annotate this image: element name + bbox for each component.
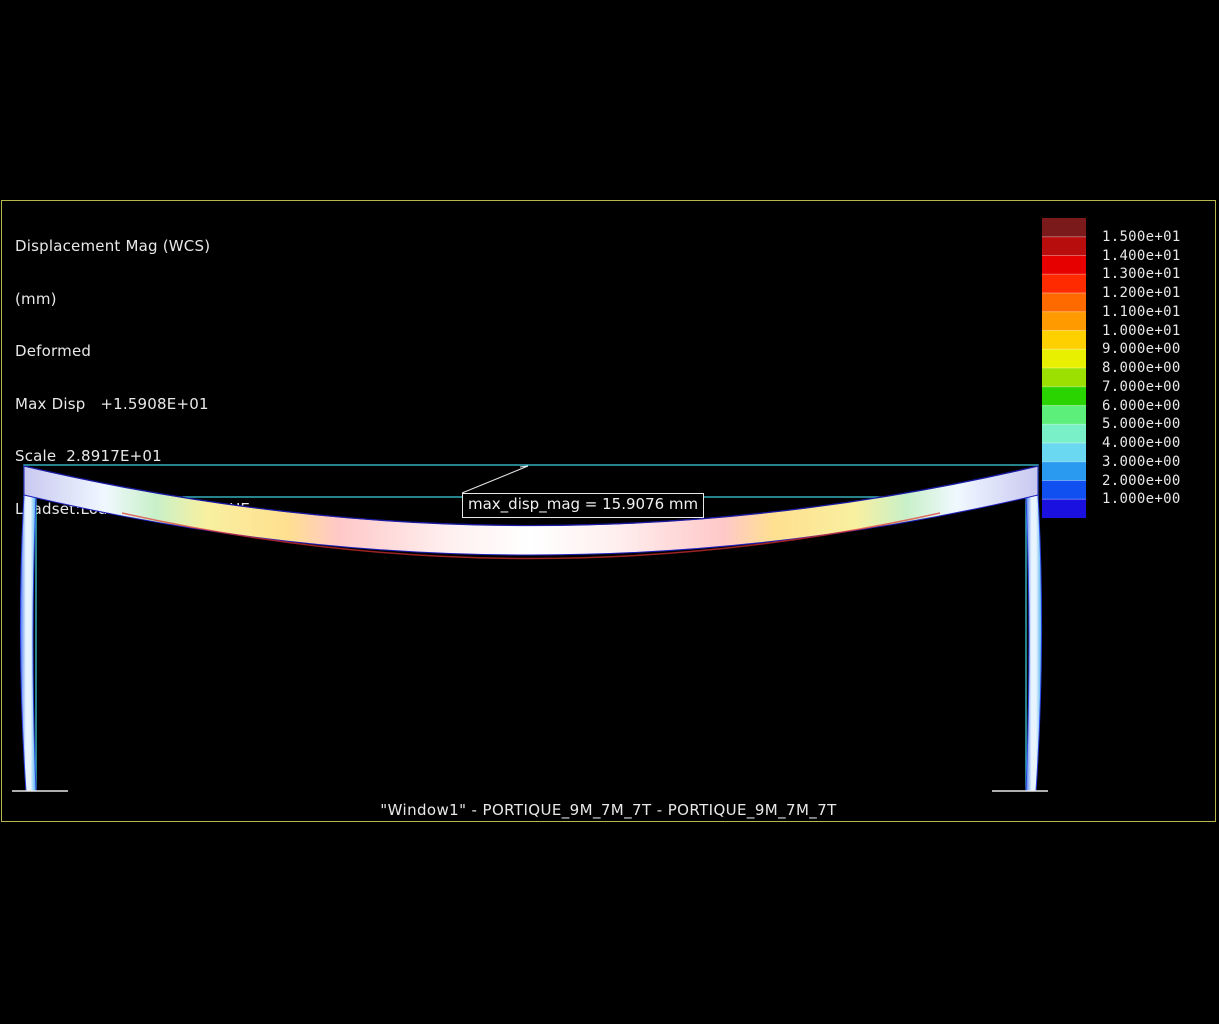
legend-color-band (1042, 499, 1086, 518)
max-disp-annotation[interactable]: max_disp_mag = 15.9076 mm (462, 493, 705, 518)
legend-color-band (1042, 255, 1086, 275)
legend-color-bar (1042, 218, 1086, 518)
color-legend: 1.500e+01 1.400e+01 1.300e+01 1.200e+01 1.10… (1042, 218, 1214, 518)
legend-value-label: 1.300e+01 (1102, 266, 1181, 283)
legend-color-band (1042, 424, 1086, 444)
legend-color-band (1042, 480, 1086, 500)
legend-value-label: 1.500e+01 (1102, 228, 1181, 245)
legend-value-label: 1.400e+01 (1102, 247, 1181, 264)
legend-value-label: 1.200e+01 (1102, 285, 1181, 301)
legend-color-band (1042, 461, 1086, 481)
legend-value-label: 2.000e+00 (1102, 472, 1181, 489)
annotation-leader (461, 465, 529, 494)
legend-value-label: 7.000e+00 (1102, 378, 1181, 395)
deformed-right-column (1025, 494, 1043, 792)
legend-value-label: 4.000e+00 (1102, 435, 1181, 451)
deformed-left-column (19, 494, 37, 792)
legend-color-band (1042, 349, 1086, 369)
legend-color-band (1042, 236, 1086, 256)
legend-value-label: 6.000e+00 (1102, 397, 1181, 414)
legend-value-label: 3.000e+00 (1102, 453, 1181, 470)
legend-color-band (1042, 311, 1086, 331)
legend-color-band (1042, 405, 1086, 425)
legend-color-band (1042, 274, 1086, 294)
legend-color-band (1042, 293, 1086, 313)
legend-color-band (1042, 386, 1086, 406)
legend-value-label: 1.000e+01 (1102, 322, 1181, 339)
legend-value-label: 9.000e+00 (1102, 341, 1181, 358)
legend-color-band (1042, 443, 1086, 463)
legend-value-label: 5.000e+00 (1102, 416, 1181, 433)
graphics-window[interactable]: Displacement Mag (WCS) (mm) Deformed Max… (1, 200, 1216, 822)
window-title-footer: "Window1" - PORTIQUE_9M_7M_7T - PORTIQUE… (380, 801, 837, 819)
legend-color-band (1042, 218, 1086, 238)
legend-value-label: 1.100e+01 (1102, 303, 1181, 320)
legend-color-band (1042, 368, 1086, 388)
legend-color-band (1042, 330, 1086, 350)
legend-value-label: 1.000e+00 (1102, 491, 1181, 508)
legend-value-label: 8.000e+00 (1102, 360, 1181, 376)
